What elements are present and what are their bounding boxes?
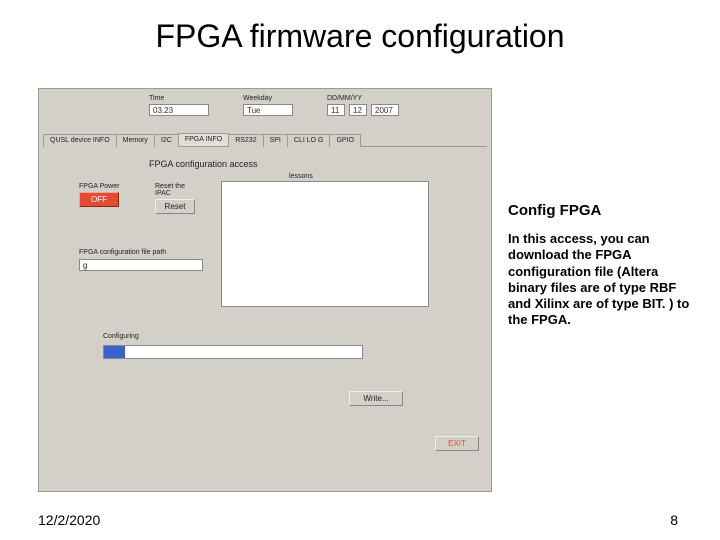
tab-rs232[interactable]: RS232 [228,134,263,147]
weekday-label: Weekday [243,95,293,102]
file-path-input[interactable]: g [79,259,203,271]
fpga-power-button[interactable]: OFF [79,192,119,207]
progress-fill [104,346,125,358]
footer-page-number: 8 [670,512,678,528]
date-group-container: DD/MM/YY 11 12 2007 [327,95,399,116]
time-group: Time 03.23 [149,95,209,116]
configuring-label: Configuring [103,333,139,340]
time-label: Time [149,95,209,102]
progress-bar [103,345,363,359]
date-dd-field[interactable]: 11 [327,104,345,116]
exit-button[interactable]: EXIT [435,436,479,451]
weekday-field[interactable]: Tue [243,104,293,116]
reset-button[interactable]: Reset [155,199,195,214]
date-label: DD/MM/YY [327,95,399,102]
date-yy-field[interactable]: 2007 [371,104,399,116]
date-mm-field[interactable]: 12 [349,104,367,116]
tab-i2c[interactable]: I2C [154,134,179,147]
reset-label: Reset the IPAC [155,183,199,197]
footer-date: 12/2/2020 [38,512,100,528]
file-path-label: FPGA configuration file path [79,249,166,256]
tab-qusl-device-info[interactable]: QUSL device INFO [43,134,117,147]
slide-title: FPGA firmware configuration [0,18,720,55]
write-button[interactable]: Write... [349,391,403,406]
tab-spi[interactable]: SPI [263,134,288,147]
tab-fpga-info[interactable]: FPGA INFO [178,133,229,146]
tab-gpio[interactable]: GPIO [329,134,361,147]
side-text: Config FPGA In this access, you can down… [508,202,692,329]
side-body: In this access, you can download the FPG… [508,231,692,329]
lessons-label: lessons [289,173,313,180]
lessons-textarea[interactable] [221,181,429,307]
time-field[interactable]: 03.23 [149,104,209,116]
tab-cli-log[interactable]: CLI LO G [287,134,331,147]
app-header: Time 03.23 Weekday Tue DD/MM/YY 11 12 20… [149,95,471,116]
app-window: Time 03.23 Weekday Tue DD/MM/YY 11 12 20… [38,88,492,492]
panel-title: FPGA configuration access [149,159,258,169]
side-title: Config FPGA [508,202,692,219]
tab-memory[interactable]: Memory [116,134,155,147]
tab-bar: QUSL device INFO Memory I2C FPGA INFO RS… [43,133,487,147]
weekday-group: Weekday Tue [243,95,293,116]
